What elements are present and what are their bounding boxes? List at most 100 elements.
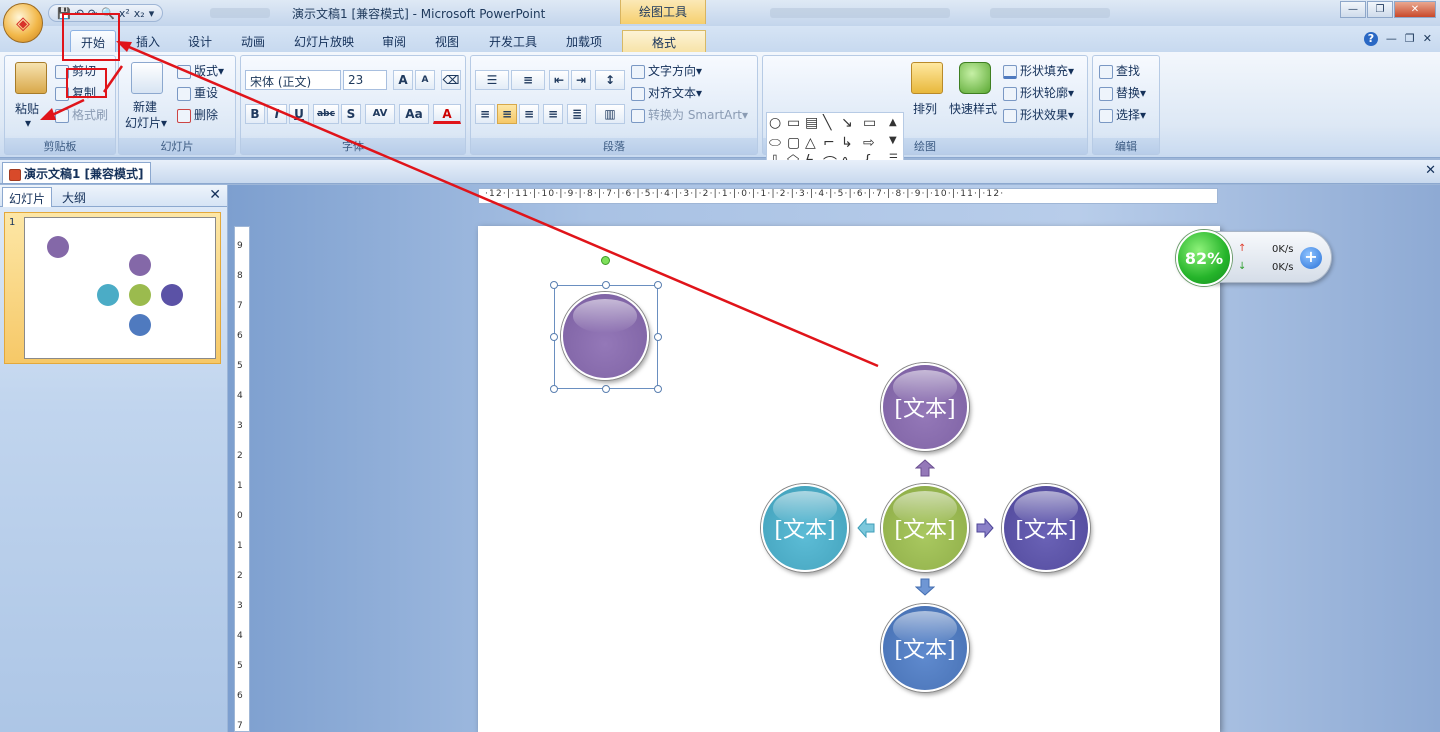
- font-size-select[interactable]: 23: [343, 70, 387, 90]
- resize-handle[interactable]: [550, 333, 558, 341]
- arrow-left-icon[interactable]: [856, 518, 876, 538]
- align-text-button[interactable]: 对齐文本▾: [631, 84, 702, 101]
- restore-button[interactable]: ❐: [1367, 1, 1393, 18]
- copied-circle-shape[interactable]: [561, 292, 649, 380]
- arrange-icon[interactable]: [911, 62, 943, 94]
- gallery-scroll-up-icon[interactable]: ▲: [889, 117, 897, 128]
- textbox-shape-icon[interactable]: ▭: [787, 115, 800, 131]
- shape-fill-button[interactable]: 形状填充▾: [1003, 62, 1074, 79]
- numbering-button[interactable]: ≡: [511, 70, 545, 90]
- new-slide-dropdown[interactable]: 幻灯片▾: [125, 114, 167, 131]
- shrink-font-button[interactable]: A: [415, 70, 435, 90]
- bold-button[interactable]: B: [245, 104, 265, 124]
- ellipse-shape-icon[interactable]: ⬭: [769, 135, 781, 151]
- tab-outline[interactable]: 大纲: [56, 187, 92, 207]
- oval-shape-icon[interactable]: ○: [769, 115, 781, 131]
- bullets-button[interactable]: ☰: [475, 70, 509, 90]
- diagram-circle-center[interactable]: [文本]: [881, 484, 969, 572]
- quick-styles-icon[interactable]: [959, 62, 991, 94]
- layout-button[interactable]: 版式▾: [177, 62, 224, 79]
- tab-addins[interactable]: 加载项: [562, 30, 606, 52]
- distributed-button[interactable]: ≣: [567, 104, 587, 124]
- ribbon-restore-icon[interactable]: ❐: [1405, 32, 1415, 46]
- ribbon-close-icon[interactable]: ✕: [1423, 32, 1432, 46]
- tab-format[interactable]: 格式: [622, 30, 706, 52]
- customize-qat-button[interactable]: ▾: [149, 7, 155, 20]
- rotation-handle[interactable]: [601, 256, 610, 265]
- align-left-button[interactable]: ≡: [475, 104, 495, 124]
- tab-design[interactable]: 设计: [184, 30, 216, 52]
- replace-button[interactable]: 替换▾: [1099, 84, 1146, 101]
- resize-handle[interactable]: [550, 281, 558, 289]
- format-painter-button[interactable]: 格式刷: [55, 106, 108, 123]
- tab-slides-thumbnails[interactable]: 幻灯片: [2, 187, 53, 207]
- network-usage-percent[interactable]: 82%: [1176, 230, 1232, 286]
- decrease-indent-button[interactable]: ⇤: [549, 70, 569, 90]
- arrow-up-icon[interactable]: [915, 458, 935, 478]
- diagram-circle-right[interactable]: [文本]: [1002, 484, 1090, 572]
- diagram-circle-bottom[interactable]: [文本]: [881, 604, 969, 692]
- shape-effects-button[interactable]: 形状效果▾: [1003, 106, 1074, 123]
- diagram-circle-left[interactable]: [文本]: [761, 484, 849, 572]
- find-button[interactable]: 查找: [1099, 62, 1140, 79]
- office-button[interactable]: ◈: [3, 3, 43, 43]
- right-arrow-shape-icon[interactable]: ⇨: [863, 135, 875, 151]
- ribbon-minimize-icon[interactable]: —: [1386, 32, 1397, 46]
- arrow-line-icon[interactable]: ↘: [841, 115, 853, 131]
- change-case-button[interactable]: Aa: [399, 104, 429, 124]
- justify-button[interactable]: ≡: [543, 104, 563, 124]
- elbow-connector-icon[interactable]: ⌐: [823, 135, 835, 151]
- expand-plus-icon[interactable]: +: [1300, 247, 1322, 269]
- rectangle-shape-icon[interactable]: ▭: [863, 115, 876, 131]
- resize-handle[interactable]: [654, 385, 662, 393]
- subscript-button[interactable]: x₂: [134, 7, 145, 20]
- underline-button[interactable]: U: [289, 104, 309, 124]
- convert-smartart-button[interactable]: 转换为 SmartArt▾: [631, 106, 748, 123]
- new-slide-icon[interactable]: [131, 62, 163, 94]
- arrange-button[interactable]: 排列: [913, 100, 937, 117]
- text-direction-button[interactable]: 文字方向▾: [631, 62, 702, 79]
- increase-indent-button[interactable]: ⇥: [571, 70, 591, 90]
- delete-slide-button[interactable]: 删除: [177, 106, 218, 123]
- quick-styles-button[interactable]: 快速样式: [949, 100, 997, 117]
- reset-button[interactable]: 重设: [177, 84, 218, 101]
- slide-thumbnail[interactable]: [24, 217, 216, 359]
- resize-handle[interactable]: [654, 333, 662, 341]
- arrow-down-icon[interactable]: [915, 577, 935, 597]
- tab-animations[interactable]: 动画: [237, 30, 269, 52]
- paste-icon[interactable]: [15, 62, 47, 94]
- rounded-rect-icon[interactable]: ▢: [787, 135, 800, 151]
- slide-thumbnail-selected[interactable]: 1: [4, 212, 221, 364]
- diagram-circle-top[interactable]: [文本]: [881, 363, 969, 451]
- tab-developer[interactable]: 开发工具: [485, 30, 541, 52]
- tab-review[interactable]: 审阅: [378, 30, 410, 52]
- close-panel-icon[interactable]: ✕: [209, 187, 221, 203]
- line-shape-icon[interactable]: ╲: [823, 115, 831, 131]
- italic-button[interactable]: I: [267, 104, 287, 124]
- strikethrough-button[interactable]: abc: [313, 104, 339, 124]
- elbow-arrow-icon[interactable]: ↳: [841, 135, 853, 151]
- grow-font-button[interactable]: A: [393, 70, 413, 90]
- resize-handle[interactable]: [550, 385, 558, 393]
- document-tab[interactable]: 演示文稿1 [兼容模式]: [2, 162, 151, 183]
- tab-view[interactable]: 视图: [431, 30, 463, 52]
- paste-button[interactable]: 粘贴: [15, 100, 39, 117]
- superscript-button[interactable]: x²: [119, 7, 130, 20]
- vertical-textbox-icon[interactable]: ▤: [805, 115, 818, 131]
- close-button[interactable]: ✕: [1394, 1, 1436, 18]
- paste-dropdown-icon[interactable]: ▾: [25, 116, 31, 130]
- clear-format-button[interactable]: ⌫: [441, 70, 461, 90]
- columns-button[interactable]: ▥: [595, 104, 625, 124]
- shadow-button[interactable]: S: [341, 104, 361, 124]
- triangle-shape-icon[interactable]: △: [805, 135, 816, 151]
- char-spacing-button[interactable]: AV: [365, 104, 395, 124]
- tab-slideshow[interactable]: 幻灯片放映: [290, 30, 358, 52]
- align-right-button[interactable]: ≡: [519, 104, 539, 124]
- resize-handle[interactable]: [602, 281, 610, 289]
- close-document-icon[interactable]: ✕: [1425, 163, 1436, 178]
- gallery-scroll-down-icon[interactable]: ▼: [889, 135, 897, 146]
- resize-handle[interactable]: [654, 281, 662, 289]
- arrow-right-icon[interactable]: [975, 518, 995, 538]
- font-name-select[interactable]: 宋体 (正文): [245, 70, 341, 90]
- select-button[interactable]: 选择▾: [1099, 106, 1146, 123]
